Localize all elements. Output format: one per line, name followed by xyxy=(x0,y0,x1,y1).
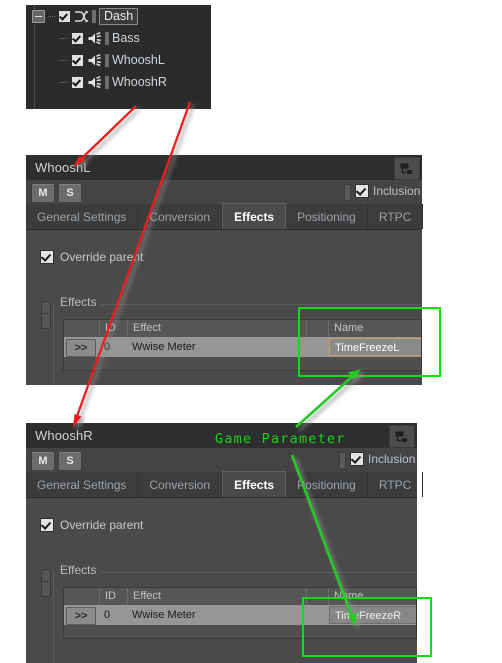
col-header-id[interactable]: ID xyxy=(99,320,127,337)
highlight-box-name-whooshl xyxy=(298,307,441,377)
sound-sfx-icon xyxy=(87,75,102,89)
tree-checkbox[interactable] xyxy=(71,53,84,67)
tab-general-settings[interactable]: General Settings xyxy=(26,472,139,497)
tab-conversion[interactable]: Conversion xyxy=(138,204,223,229)
tree-row-bass[interactable]: Bass xyxy=(26,27,211,49)
tree-connector xyxy=(59,59,68,61)
tab-conversion[interactable]: Conversion xyxy=(138,472,223,497)
game-parameter-annotation: Game Parameter xyxy=(215,431,346,447)
project-explorer-tree[interactable]: Dash Bass WhooshL WhooshR xyxy=(26,5,211,109)
random-container-icon xyxy=(74,9,89,23)
tree-connector xyxy=(59,81,68,83)
override-parent-checkbox[interactable] xyxy=(40,518,54,532)
tab-effects[interactable]: Effects xyxy=(222,471,287,497)
mute-button[interactable]: M xyxy=(31,183,55,203)
group-collapse-handle[interactable] xyxy=(41,301,51,329)
inclusion-checkbox[interactable] xyxy=(355,184,369,198)
panel-tabbar[interactable]: General Settings Conversion Effects Posi… xyxy=(26,471,424,498)
mute-button[interactable]: M xyxy=(31,451,55,471)
open-effect-button[interactable]: >> xyxy=(66,607,96,625)
group-divider xyxy=(53,304,422,305)
tree-item-label[interactable]: Bass xyxy=(112,31,140,45)
tree-checkbox[interactable] xyxy=(71,75,84,89)
panel-tabbar[interactable]: General Settings Conversion Effects Posi… xyxy=(26,203,424,230)
group-border xyxy=(53,572,54,663)
col-header-effect[interactable]: Effect xyxy=(127,320,306,337)
property-link-icon[interactable] xyxy=(389,425,415,448)
solo-button[interactable]: S xyxy=(58,183,82,203)
tree-row-whooshl[interactable]: WhooshL xyxy=(26,49,211,71)
tree-connector xyxy=(48,15,55,17)
tree-checkbox[interactable] xyxy=(58,9,71,23)
solo-button[interactable]: S xyxy=(58,451,82,471)
inclusion-label: Inclusion xyxy=(368,452,416,466)
effects-group-label: Effects xyxy=(55,563,102,577)
cell-effect: Wwise Meter xyxy=(132,609,196,621)
highlight-box-name-whooshr xyxy=(302,597,432,657)
splitter-handle[interactable] xyxy=(344,184,351,201)
color-chip xyxy=(105,31,109,45)
sound-sfx-icon xyxy=(87,53,102,67)
mute-solo-row: M S Inclusion xyxy=(26,448,417,472)
override-parent-label: Override parent xyxy=(60,250,144,264)
panel-title: WhooshL xyxy=(35,160,91,175)
mute-solo-row: M S Inclusion xyxy=(26,180,422,204)
col-header-id[interactable]: ID xyxy=(99,588,127,605)
tree-row-whooshr[interactable]: WhooshR xyxy=(26,71,211,93)
col-header-blank[interactable] xyxy=(64,588,99,605)
col-header-effect[interactable]: Effect xyxy=(127,588,306,605)
override-parent-checkbox[interactable] xyxy=(40,250,54,264)
panel-titlebar: WhooshL xyxy=(26,155,422,180)
color-chip xyxy=(105,53,109,67)
tree-item-label[interactable]: Dash xyxy=(99,7,139,25)
group-border xyxy=(53,304,54,385)
override-parent-toggle[interactable]: Override parent xyxy=(40,518,143,532)
override-parent-label: Override parent xyxy=(60,518,144,532)
effects-group-label: Effects xyxy=(55,295,102,309)
tree-item-label[interactable]: WhooshL xyxy=(112,53,165,67)
tab-rtpc[interactable]: RTPC xyxy=(368,472,424,497)
override-parent-toggle[interactable]: Override parent xyxy=(40,250,143,264)
cell-id: 0 xyxy=(104,341,111,353)
tab-general-settings[interactable]: General Settings xyxy=(26,204,139,229)
collapse-minus-icon[interactable] xyxy=(32,9,45,23)
tree-connector xyxy=(59,37,68,39)
property-link-icon[interactable] xyxy=(394,157,420,180)
tree-row-dash[interactable]: Dash xyxy=(26,5,211,27)
tab-positioning[interactable]: Positioning xyxy=(286,204,368,229)
sound-sfx-icon xyxy=(87,31,102,45)
color-chip xyxy=(105,75,109,89)
panel-title: WhooshR xyxy=(35,428,93,443)
open-effect-button[interactable]: >> xyxy=(66,339,96,357)
tab-positioning[interactable]: Positioning xyxy=(286,472,368,497)
col-header-blank[interactable] xyxy=(64,320,99,337)
inclusion-checkbox[interactable] xyxy=(350,452,364,466)
cell-effect: Wwise Meter xyxy=(132,341,196,353)
tab-effects[interactable]: Effects xyxy=(222,203,287,229)
inclusion-toggle[interactable]: Inclusion xyxy=(350,452,415,466)
color-chip xyxy=(92,9,96,23)
tree-item-label[interactable]: WhooshR xyxy=(112,75,167,89)
inclusion-label: Inclusion xyxy=(373,184,421,198)
cell-id: 0 xyxy=(104,609,111,621)
tab-rtpc[interactable]: RTPC xyxy=(368,204,424,229)
group-collapse-handle[interactable] xyxy=(41,569,51,597)
inclusion-toggle[interactable]: Inclusion xyxy=(355,184,420,198)
group-divider xyxy=(53,572,417,573)
tree-checkbox[interactable] xyxy=(71,31,84,45)
splitter-handle[interactable] xyxy=(339,452,346,469)
